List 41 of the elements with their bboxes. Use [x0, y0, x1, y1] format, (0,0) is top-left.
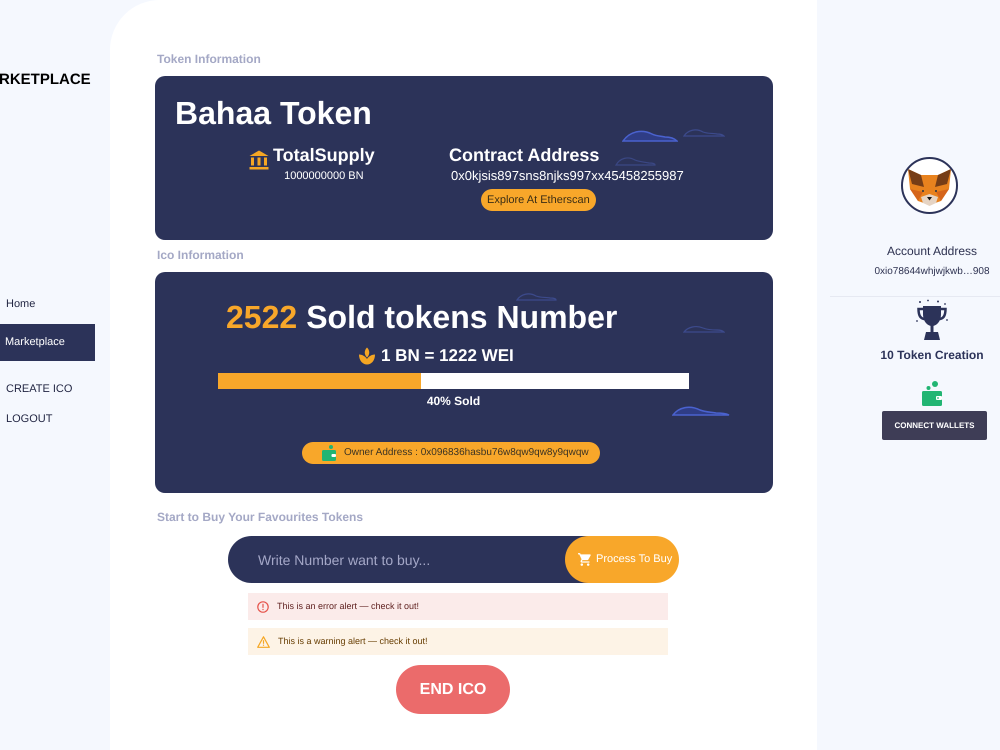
- sold-tokens-label: Sold tokens Number: [306, 301, 618, 333]
- contract-address-label: Contract Address: [449, 144, 600, 166]
- buy-amount-field[interactable]: Write Number want to buy...: [228, 536, 565, 583]
- account-address-value: 0xio78644whjwjkwb…908: [874, 266, 990, 278]
- trophy-icon: [914, 299, 950, 341]
- total-supply-label: TotalSupply: [273, 144, 375, 166]
- alert-text: This is a warning alert — check it out!: [278, 636, 428, 647]
- nav-item[interactable]: Marketplace: [0, 324, 95, 361]
- exchange-rate: 1 BN = 1222 WEI: [381, 346, 514, 366]
- logo-text: RKETPLACE: [0, 71, 91, 89]
- section-heading: Ico Information: [157, 248, 244, 262]
- wallet-icon: [322, 445, 336, 461]
- cloud-icon: [622, 128, 678, 142]
- nav-item[interactable]: Home: [0, 289, 36, 319]
- total-supply-value: 1000000000 BN: [284, 170, 364, 183]
- owner-address: Owner Address : 0x096836hasbu76w8qw9qw8y9qwqw: [344, 447, 589, 459]
- wallet-icon: [922, 381, 942, 406]
- token-name: Bahaa Token: [175, 95, 372, 132]
- bank-icon: [249, 150, 269, 170]
- cloud-icon: [683, 128, 725, 137]
- connect-wallets-button[interactable]: CONNECT WALLETS: [882, 411, 987, 440]
- nav-item[interactable]: LOGOUT: [0, 404, 52, 434]
- token-creation-count: 10 Token Creation: [880, 348, 984, 362]
- cloud-icon: [615, 156, 656, 166]
- sold-count: 2522: [226, 301, 298, 333]
- fox-icon: [901, 157, 958, 214]
- leaf-icon: [358, 347, 376, 365]
- alert-text: This is an error alert — check it out!: [277, 601, 420, 612]
- warning-icon: [257, 636, 270, 648]
- cart-icon: [578, 553, 592, 566]
- explore-etherscan-button[interactable]: Explore At Etherscan: [481, 189, 596, 211]
- cloud-icon: [683, 325, 725, 333]
- nav-item[interactable]: CREATE ICO: [0, 374, 72, 404]
- cloud-icon: [672, 405, 730, 416]
- section-heading: Token Information: [157, 52, 261, 66]
- account-address-label: Account Address: [886, 244, 978, 258]
- progress-label: 40% Sold: [426, 394, 480, 408]
- exclamation-circle-icon: [257, 600, 269, 612]
- cloud-icon: [516, 292, 557, 301]
- contract-address-value: 0x0kjsis897sns8njks997xx45458255987: [451, 168, 684, 184]
- section-heading: Start to Buy Your Favourites Tokens: [157, 510, 364, 524]
